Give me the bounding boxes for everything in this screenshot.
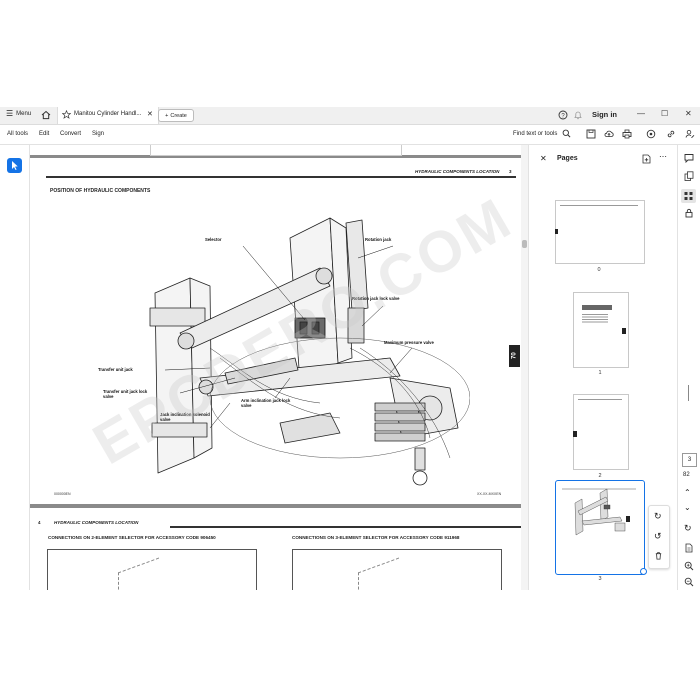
bell-icon[interactable] xyxy=(573,110,583,120)
page-thumbnail-0[interactable] xyxy=(555,200,645,264)
scroll-thumb[interactable] xyxy=(522,240,527,248)
select-tool-button[interactable] xyxy=(7,158,22,173)
help-icon[interactable]: ? xyxy=(558,110,568,120)
maximize-icon[interactable]: ☐ xyxy=(661,109,668,118)
sign-in-link[interactable]: Sign in xyxy=(592,110,617,119)
menu-sign[interactable]: Sign xyxy=(92,131,104,137)
insert-page-icon[interactable] xyxy=(642,154,651,164)
page-header-title: HYDRAULIC COMPONENTS LOCATION xyxy=(415,169,500,174)
label-maximum-pressure-valve: Maximum pressure valve xyxy=(384,340,434,345)
right-tool-rail: 3 82 ⌃ ⌄ ↻ xyxy=(677,145,700,590)
document-page-4: 4 HYDRAULIC COMPONENTS LOCATION CONNECTI… xyxy=(30,508,521,590)
label-selector: Selector xyxy=(205,237,222,242)
page-thumbnail-2[interactable] xyxy=(573,394,629,470)
footer-left-code: 000000EN xyxy=(54,492,71,496)
panel-scroll-indicator[interactable] xyxy=(688,385,689,401)
star-icon[interactable] xyxy=(62,110,71,119)
page-thumbnail-3-selected[interactable] xyxy=(555,480,647,575)
menu-label: Menu xyxy=(16,110,32,117)
page-down-icon[interactable]: ⌄ xyxy=(684,503,691,512)
link-icon[interactable] xyxy=(666,129,676,139)
hamburger-icon: ☰ xyxy=(6,109,14,118)
next-page-number: 4 xyxy=(38,520,41,525)
menu-button[interactable]: ☰ Menu xyxy=(6,109,31,118)
pages-panel: ✕ Pages ⋯ 0 1 2 3 ↻ ↺ xyxy=(528,145,677,590)
left-tool-rail xyxy=(0,145,30,590)
rotate-counterclockwise-icon[interactable]: ↺ xyxy=(654,531,662,542)
label-rotation-jack: Rotation jack xyxy=(365,237,392,242)
tab-title: Manitou Cylinder Handl... xyxy=(74,111,142,117)
col2-title: CONNECTIONS ON 3-ELEMENT SELECTOR FOR AC… xyxy=(292,535,460,540)
col1-title: CONNECTIONS ON 2-ELEMENT SELECTOR FOR AC… xyxy=(48,535,216,540)
next-page-header: HYDRAULIC COMPONENTS LOCATION xyxy=(54,520,139,525)
document-viewport[interactable]: HYDRAULIC COMPONENTS LOCATION 3 POSITION… xyxy=(30,145,521,590)
col1-diagram-box xyxy=(47,549,257,590)
bookmark-copy-icon[interactable] xyxy=(684,171,694,181)
page-thumbnail-1[interactable] xyxy=(573,292,629,368)
current-page-input[interactable]: 3 xyxy=(682,453,697,467)
tab-bar: ☰ Menu Manitou Cylinder Handl... ✕ + Cre… xyxy=(0,107,700,125)
zoom-out-icon[interactable] xyxy=(684,577,694,587)
create-label: Create xyxy=(170,112,187,119)
page-thumbnail-label-0: 0 xyxy=(597,267,601,273)
previous-page-fragment xyxy=(30,145,521,156)
col2-diagram-box xyxy=(292,549,502,590)
close-window-icon[interactable]: ✕ xyxy=(685,109,692,118)
home-icon[interactable] xyxy=(41,110,51,120)
lock-icon[interactable] xyxy=(684,208,694,218)
trash-icon[interactable] xyxy=(654,551,663,560)
close-panel-icon[interactable]: ✕ xyxy=(540,154,547,163)
minimize-icon[interactable]: — xyxy=(637,109,645,118)
comment-icon[interactable] xyxy=(684,153,694,163)
zoom-in-icon[interactable] xyxy=(684,561,694,571)
section-title: POSITION OF HYDRAULIC COMPONENTS xyxy=(50,188,151,194)
page-thumbnail-label-2: 2 xyxy=(598,473,602,479)
chapter-side-tab: 70 xyxy=(509,345,520,367)
document-page-3: HYDRAULIC COMPONENTS LOCATION 3 POSITION… xyxy=(30,158,521,504)
page-up-icon[interactable]: ⌃ xyxy=(684,488,691,497)
find-text-tools[interactable]: Find text or tools xyxy=(513,131,557,137)
search-icon[interactable] xyxy=(562,129,571,138)
menu-edit[interactable]: Edit xyxy=(39,131,49,137)
rotate-clockwise-icon[interactable]: ↻ xyxy=(654,511,662,522)
page-thumbnail-label-1: 1 xyxy=(598,370,602,376)
cursor-arrow-icon xyxy=(12,161,18,170)
document-scrollbar[interactable] xyxy=(521,145,528,590)
pages-panel-title: Pages xyxy=(557,155,578,162)
ai-assistant-icon[interactable] xyxy=(646,129,656,139)
grid-icon xyxy=(684,192,693,200)
plus-icon: + xyxy=(165,112,169,119)
page-thumbnail-label-3: 3 xyxy=(598,576,602,582)
label-transfer-unit-jack: Transfer unit jack xyxy=(98,367,133,372)
page-header-number: 3 xyxy=(509,169,512,174)
total-pages: 82 xyxy=(683,472,690,478)
thumbnails-toggle-button[interactable] xyxy=(681,189,696,203)
menu-all-tools[interactable]: All tools xyxy=(7,131,28,137)
document-tab[interactable]: Manitou Cylinder Handl... ✕ xyxy=(57,107,159,124)
close-tab-icon[interactable]: ✕ xyxy=(147,110,153,118)
footer-right-code: XX-XX-MXXEN xyxy=(477,492,502,496)
print-icon[interactable] xyxy=(622,129,632,139)
profile-edit-icon[interactable] xyxy=(685,129,695,139)
main-toolbar: All tools Edit Convert Sign Find text or… xyxy=(0,125,700,145)
create-button[interactable]: + Create xyxy=(158,109,194,122)
upload-icon[interactable] xyxy=(604,129,614,139)
more-options-icon[interactable]: ⋯ xyxy=(659,152,667,161)
refresh-icon[interactable]: ↻ xyxy=(684,523,692,534)
page-actions-toolbar: ↻ ↺ xyxy=(648,505,670,569)
document-properties-icon[interactable] xyxy=(684,543,694,553)
save-icon[interactable] xyxy=(586,129,596,139)
menu-convert[interactable]: Convert xyxy=(60,131,81,137)
